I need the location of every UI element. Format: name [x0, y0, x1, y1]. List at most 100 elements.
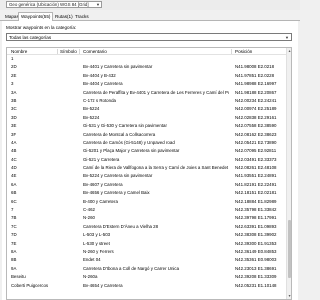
- table-row[interactable]: Beseitu N-260a N42.39208 E1.33309: [7, 273, 287, 281]
- table-row[interactable]: 3 Bv-4404 y Carretera N41.98988 E2.16997: [7, 80, 287, 88]
- waypoint-name: Coberti Puigcercos: [11, 282, 49, 288]
- waypoint-name: 1: [11, 56, 14, 61]
- column-divider[interactable]: [231, 49, 232, 54]
- waypoint-comment: N-260 y Ferrers: [83, 248, 114, 254]
- table-row[interactable]: 8A N-260 y Ferrers N42.36149 E0.84853: [7, 248, 287, 256]
- waypoint-name: 2D: [11, 64, 17, 70]
- waypoint-comment: Carretera de Montcal a Collsacorrera: [83, 131, 156, 137]
- waypoint-comment: Bv-4404 y Carretera: [83, 81, 123, 87]
- waypoint-comment: Endet 04: [83, 257, 101, 263]
- coordinate-format-select[interactable]: Geo genérica (Ubicación) WGS 84 [Grid] ▼: [6, 1, 102, 8]
- waypoint-name: Beseitu: [11, 274, 26, 280]
- waypoint-comment: C-462: [83, 207, 95, 213]
- waypoint-position: N42.00234 E2.24241: [235, 97, 277, 103]
- waypoint-name: 6B: [11, 190, 17, 196]
- table-row[interactable]: 3D Bv-5224 N42.02838 E2.29161: [7, 114, 287, 122]
- waypoint-position: N42.35361 E0.98003: [235, 257, 277, 263]
- waypoint-position: N42.08162 E2.38623: [235, 131, 277, 137]
- waypoint-position: N42.02838 E2.29161: [235, 114, 277, 120]
- waypoint-position: N42.38308 E1.39902: [235, 232, 277, 238]
- waypoint-position: N42.39300 E1.91353: [235, 240, 277, 246]
- tab-tracks[interactable]: Tracks: [73, 13, 91, 21]
- waypoint-position: N42.08261 E2.48108: [235, 165, 277, 171]
- waypoint-name: 3D: [11, 114, 17, 120]
- table-row[interactable]: 7 C-462 N42.35798 E1.33842: [7, 206, 287, 214]
- column-header-position[interactable]: Posición: [235, 48, 252, 55]
- chevron-down-icon: ▼: [96, 2, 100, 7]
- table-row[interactable]: 1: [7, 55, 287, 63]
- waypoint-position: N41.98188 E2.20867: [235, 89, 277, 95]
- waypoint-position: N42.36149 E0.84853: [235, 248, 277, 254]
- waypoint-position: N41.98008 E2.0218: [235, 64, 275, 70]
- table-row[interactable]: 6A Bv-4607 y Carretera N41.82191 E2.22491: [7, 181, 287, 189]
- table-row[interactable]: 4E Bv-5224 y Carretera sin pavimentar N41.…: [7, 172, 287, 180]
- waypoint-name: 3A: [11, 89, 17, 95]
- waypoint-comment: L-530 y street: [83, 240, 110, 246]
- chevron-down-icon: ▼: [285, 35, 289, 40]
- waypoint-position: N41.97851 E2.0228: [235, 72, 275, 78]
- table-row[interactable]: 6C B-400 y Carretera N42.18884 E1.82989: [7, 198, 287, 206]
- table-row[interactable]: 9A Carretera D'Ibona a Coll de Nargó y Ca…: [7, 265, 287, 273]
- column-divider[interactable]: [57, 49, 58, 54]
- table-row[interactable]: 7D L-503 y L-503 N42.38308 E1.39902: [7, 231, 287, 239]
- scrollbar-thumb[interactable]: [288, 220, 291, 278]
- tab-routes[interactable]: Rutas(1): [53, 13, 75, 21]
- table-row[interactable]: 7B N-260 N42.39798 E1.17991: [7, 214, 287, 222]
- waypoint-comment: N-260a: [83, 274, 98, 280]
- table-row[interactable]: 3B C-17z s Rotonda N42.00234 E2.24241: [7, 97, 287, 105]
- waypoint-comment: Carretera de Camós (Gi-5148) y Unpaved r…: [83, 139, 175, 145]
- waypoint-name: 4E: [11, 173, 17, 179]
- table-row[interactable]: 2D Bv-4401 y Carretera sin pavimentar N41.…: [7, 63, 287, 71]
- waypoint-name: 4D: [11, 165, 17, 171]
- tab-waypoints[interactable]: Waypoints(55): [18, 12, 54, 21]
- coordinate-format-value: Geo genérica (Ubicación) WGS 84 [Grid]: [9, 2, 89, 7]
- category-filter-select[interactable]: Todas las categorías ▼: [6, 33, 292, 41]
- column-header-name[interactable]: Nombre: [11, 48, 27, 55]
- waypoint-name: 6C: [11, 198, 17, 204]
- table-row[interactable]: 2E Bv-4404 y B-432 N41.97851 E2.0228: [7, 72, 287, 80]
- table-row[interactable]: 4C Gi-521 y Carretera N42.03491 E2.33373: [7, 156, 287, 164]
- waypoint-name: 7: [11, 207, 14, 213]
- table-body: 1 2D Bv-4401 y Carretera sin pavimentar N41…: [7, 55, 287, 290]
- waypoint-name: 9A: [11, 265, 17, 271]
- table-row[interactable]: 8B Endet 04 N42.35361 E0.98003: [7, 256, 287, 264]
- tab-bar: Mapas Waypoints(55) Rutas(1) Tracks: [0, 12, 300, 21]
- waypoint-name: 7C: [11, 223, 17, 229]
- waypoint-comment: Carretera de Peraffita y Bv-4401 y Carre…: [83, 89, 229, 95]
- waypoints-panel: Mostrar waypoints en la categoría: Todas…: [2, 21, 298, 300]
- waypoints-table: Nombre Símbolo Comentario Posición 1 2D Bv…: [6, 47, 292, 300]
- waypoint-comment: N-260: [83, 215, 95, 221]
- waypoint-comment: Gi-531 y Gi-530 y Carretera sin paviment…: [83, 123, 167, 129]
- scroll-down-icon[interactable]: ▼: [287, 293, 291, 299]
- table-row[interactable]: 3C Bv-5224 N42.00974 E2.25189: [7, 105, 287, 113]
- waypoint-comment: Bv-5224: [83, 114, 100, 120]
- column-divider[interactable]: [79, 49, 80, 54]
- table-row[interactable]: 7E L-530 y street N42.39300 E1.91353: [7, 240, 287, 248]
- table-row[interactable]: 3F Carretera de Montcal a Collsacorrera N4…: [7, 131, 287, 139]
- table-row[interactable]: 3A Carretera de Peraffita y Bv-4401 y Car…: [7, 89, 287, 97]
- waypoint-name: 8B: [11, 257, 17, 263]
- table-row[interactable]: 7C Carretera D'Estern D'Àneu a Vielha 28 N…: [7, 223, 287, 231]
- waypoint-comment: Carretera D'Ibona a Coll de Nargó y Carr…: [83, 265, 180, 271]
- waypoint-name: 7E: [11, 240, 17, 246]
- waypoint-name: 3B: [11, 97, 17, 103]
- table-header: Nombre Símbolo Comentario Posición: [7, 48, 287, 55]
- table-row[interactable]: 6B Bv-4656 y Carretera y Camel Baix N42.18…: [7, 189, 287, 197]
- column-header-comment[interactable]: Comentario: [83, 48, 107, 55]
- waypoint-comment: Bv-4656 y Carretera y Camel Baix: [83, 190, 150, 196]
- scroll-up-icon[interactable]: ▲: [287, 48, 291, 54]
- table-row[interactable]: 4A Carretera de Camós (Gi-5148) y Unpaved…: [7, 139, 287, 147]
- table-row[interactable]: Coberti Puigcercos Bv-4654 y Carretera N42…: [7, 282, 287, 290]
- waypoint-position: N41.98988 E2.16997: [235, 81, 277, 87]
- column-header-symbol[interactable]: Símbolo: [60, 48, 77, 55]
- waypoint-name: 4C: [11, 156, 17, 162]
- waypoint-position: N42.05231 E1.10148: [235, 282, 277, 288]
- waypoint-name: 3E: [11, 123, 17, 129]
- waypoint-position: N42.18884 E1.82989: [235, 198, 277, 204]
- waypoint-name: 4B: [11, 148, 17, 154]
- table-row[interactable]: 4D Camí de la Riera de Vallfogona a la Se…: [7, 164, 287, 172]
- vertical-scrollbar[interactable]: ▲ ▼: [286, 48, 291, 299]
- waypoint-position: N42.03491 E2.33373: [235, 156, 277, 162]
- table-row[interactable]: 3E Gi-531 y Gi-530 y Carretera sin pavime…: [7, 122, 287, 130]
- table-row[interactable]: 4B Gi-5201 y Plaça Major y Carretera sin …: [7, 147, 287, 155]
